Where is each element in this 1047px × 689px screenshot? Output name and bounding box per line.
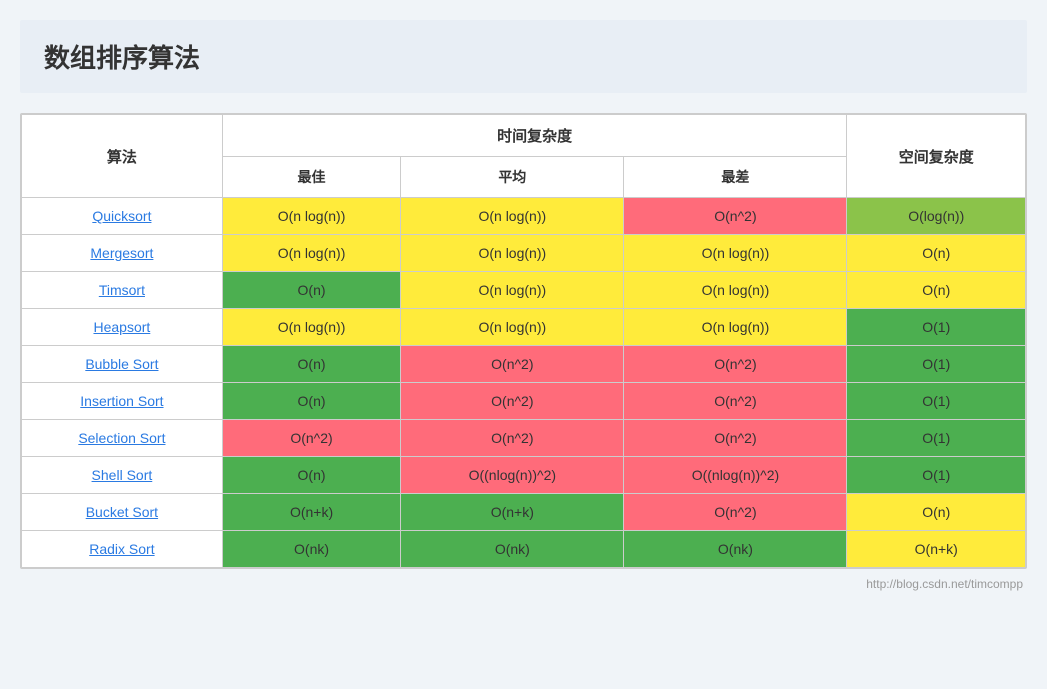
avg-cell: O(n log(n)) (401, 309, 624, 346)
space-cell: O(1) (847, 420, 1026, 457)
table-row: Bucket SortO(n+k)O(n+k)O(n^2)O(n) (22, 494, 1026, 531)
complexity-table: 算法 时间复杂度 空间复杂度 最佳 平均 最差 Quicksort O(n log… (21, 114, 1026, 568)
algo-name-cell: Selection Sort (22, 420, 223, 457)
best-cell: O(n log(n)) (222, 198, 400, 235)
col-worst-header: 最差 (624, 157, 847, 198)
page-wrapper: 数组排序算法 算法 时间复杂度 空间复杂度 最佳 平均 最差 (20, 20, 1027, 593)
col-algo-header: 算法 (22, 115, 223, 198)
avg-cell: O(nk) (401, 531, 624, 568)
title-section: 数组排序算法 (20, 20, 1027, 93)
space-cell: O(1) (847, 346, 1026, 383)
algo-link[interactable]: Quicksort (92, 208, 151, 224)
best-cell: O(n) (222, 272, 400, 309)
algo-link[interactable]: Heapsort (93, 319, 150, 335)
table-row: Radix SortO(nk)O(nk)O(nk)O(n+k) (22, 531, 1026, 568)
table-row: TimsortO(n)O(n log(n))O(n log(n))O(n) (22, 272, 1026, 309)
table-row: Selection SortO(n^2)O(n^2)O(n^2)O(1) (22, 420, 1026, 457)
table-row: MergesortO(n log(n))O(n log(n))O(n log(n… (22, 235, 1026, 272)
algo-name-cell: Bubble Sort (22, 346, 223, 383)
best-cell: O(n) (222, 383, 400, 420)
col-time-header: 时间复杂度 (222, 115, 847, 157)
space-cell: O(n) (847, 235, 1026, 272)
table-row: Insertion SortO(n)O(n^2)O(n^2)O(1) (22, 383, 1026, 420)
algo-link[interactable]: Selection Sort (78, 430, 165, 446)
worst-cell: O(n^2) (624, 198, 847, 235)
algo-name-cell: Bucket Sort (22, 494, 223, 531)
algo-name-cell: Mergesort (22, 235, 223, 272)
avg-cell: O(n log(n)) (401, 198, 624, 235)
space-cell: O(1) (847, 309, 1026, 346)
avg-cell: O(n^2) (401, 383, 624, 420)
worst-cell: O(n^2) (624, 494, 847, 531)
algo-link[interactable]: Radix Sort (89, 541, 154, 557)
avg-cell: O(n^2) (401, 346, 624, 383)
worst-cell: O(nk) (624, 531, 847, 568)
col-avg-header: 平均 (401, 157, 624, 198)
worst-cell: O(n log(n)) (624, 309, 847, 346)
best-cell: O(n+k) (222, 494, 400, 531)
algo-name-cell: Quicksort (22, 198, 223, 235)
worst-cell: O((nlog(n))^2) (624, 457, 847, 494)
best-cell: O(nk) (222, 531, 400, 568)
best-cell: O(n^2) (222, 420, 400, 457)
best-cell: O(n) (222, 457, 400, 494)
algo-link[interactable]: Bucket Sort (86, 504, 158, 520)
space-cell: O(n+k) (847, 531, 1026, 568)
algo-name-cell: Heapsort (22, 309, 223, 346)
algo-link[interactable]: Insertion Sort (80, 393, 163, 409)
header-row-main: 算法 时间复杂度 空间复杂度 (22, 115, 1026, 157)
space-cell: O(1) (847, 383, 1026, 420)
algo-name-cell: Shell Sort (22, 457, 223, 494)
space-cell: O(n) (847, 494, 1026, 531)
table-row: HeapsortO(n log(n))O(n log(n))O(n log(n)… (22, 309, 1026, 346)
worst-cell: O(n log(n)) (624, 272, 847, 309)
avg-cell: O(n^2) (401, 420, 624, 457)
col-space-header: 空间复杂度 (847, 115, 1026, 198)
table-row: Bubble SortO(n)O(n^2)O(n^2)O(1) (22, 346, 1026, 383)
algo-name-cell: Radix Sort (22, 531, 223, 568)
worst-cell: O(n^2) (624, 420, 847, 457)
algo-link[interactable]: Timsort (99, 282, 145, 298)
algo-name-cell: Timsort (22, 272, 223, 309)
algo-link[interactable]: Bubble Sort (85, 356, 158, 372)
table-container: 算法 时间复杂度 空间复杂度 最佳 平均 最差 Quicksort O(n log… (20, 113, 1027, 569)
avg-cell: O(n+k) (401, 494, 624, 531)
footer-url: http://blog.csdn.net/timcompp (20, 569, 1027, 593)
table-row: QuicksortO(n log(n))O(n log(n))O(n^2)O(l… (22, 198, 1026, 235)
table-body: QuicksortO(n log(n))O(n log(n))O(n^2)O(l… (22, 198, 1026, 568)
best-cell: O(n log(n)) (222, 309, 400, 346)
algo-link[interactable]: Shell Sort (92, 467, 153, 483)
col-best-header: 最佳 (222, 157, 400, 198)
space-cell: O(1) (847, 457, 1026, 494)
best-cell: O(n) (222, 346, 400, 383)
worst-cell: O(n^2) (624, 346, 847, 383)
best-cell: O(n log(n)) (222, 235, 400, 272)
avg-cell: O(n log(n)) (401, 235, 624, 272)
avg-cell: O((nlog(n))^2) (401, 457, 624, 494)
worst-cell: O(n^2) (624, 383, 847, 420)
worst-cell: O(n log(n)) (624, 235, 847, 272)
space-cell: O(log(n)) (847, 198, 1026, 235)
page-title: 数组排序算法 (44, 38, 1003, 75)
algo-name-cell: Insertion Sort (22, 383, 223, 420)
table-row: Shell SortO(n)O((nlog(n))^2)O((nlog(n))^… (22, 457, 1026, 494)
algo-link[interactable]: Mergesort (90, 245, 153, 261)
space-cell: O(n) (847, 272, 1026, 309)
avg-cell: O(n log(n)) (401, 272, 624, 309)
